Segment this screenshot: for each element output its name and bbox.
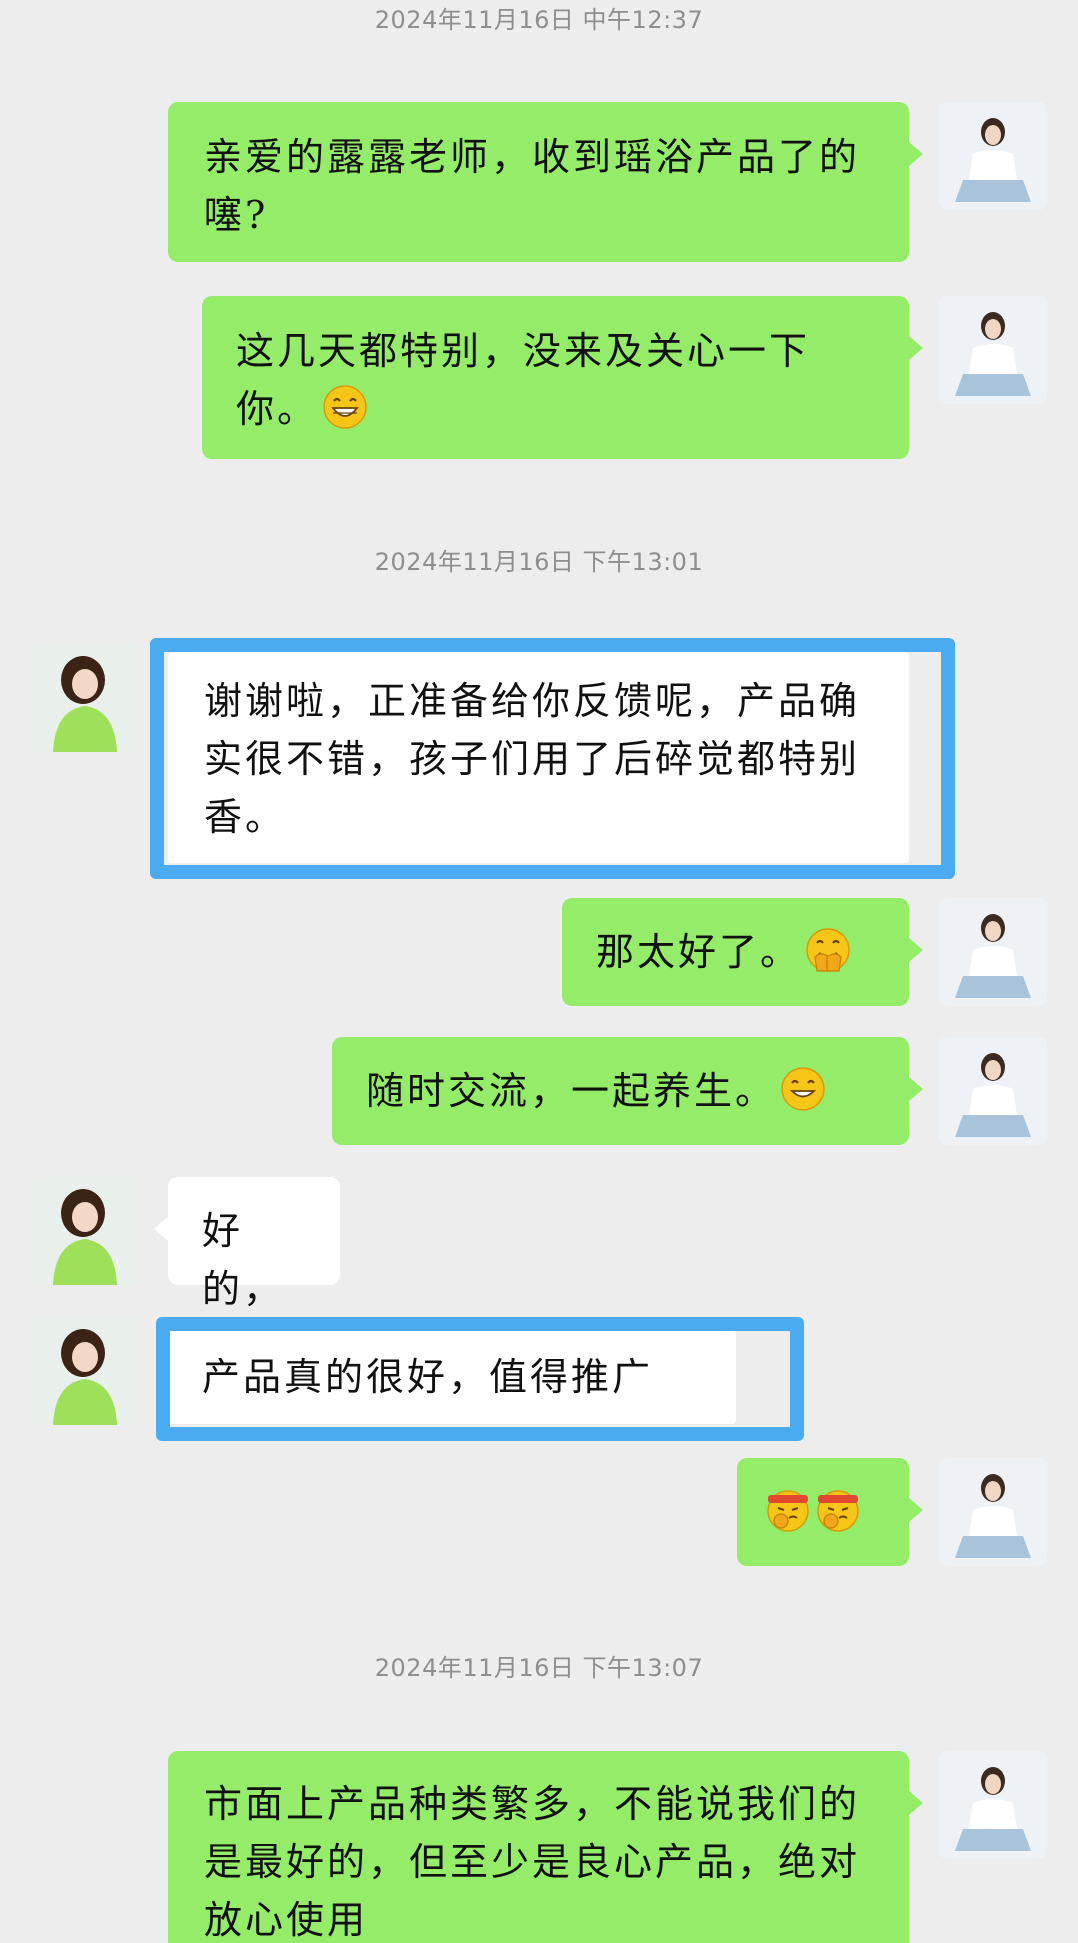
chat-message-list[interactable]: 2024年11月16日 中午12:37 亲爱的露露老师，收到瑶浴产品了的噻? 这… <box>0 0 1078 1943</box>
highlight-frame <box>150 638 955 879</box>
timestamp: 2024年11月16日 下午13:01 <box>374 548 704 576</box>
self-message-bubble[interactable]: 亲爱的露露老师，收到瑶浴产品了的噻? <box>168 102 923 262</box>
self-message-bubble[interactable]: 随时交流，一起养生。 <box>332 1037 923 1145</box>
timestamp: 2024年11月16日 中午12:37 <box>374 6 704 34</box>
contact-avatar[interactable] <box>31 644 139 752</box>
self-message-bubble[interactable]: 那太好了。 <box>562 898 923 1006</box>
self-message-bubble[interactable]: 这几天都特别，没来及关心一下你。 <box>202 296 923 459</box>
self-message-bubble[interactable]: 市面上产品种类繁多，不能说我们的是最好的，但至少是良心产品，绝对放心使用 <box>168 1751 923 1943</box>
smiling-face-icon <box>781 1067 825 1111</box>
self-avatar[interactable] <box>939 1037 1047 1145</box>
self-avatar[interactable] <box>939 1458 1047 1566</box>
contact-message-bubble[interactable]: 好的， <box>154 1177 340 1311</box>
message-text: 那太好了。 <box>596 930 802 974</box>
message-text: 亲爱的露露老师，收到瑶浴产品了的噻? <box>204 135 861 237</box>
message-text: 好的， <box>202 1209 285 1311</box>
fighting-face-icon <box>817 1490 859 1532</box>
contact-avatar[interactable] <box>31 1317 139 1425</box>
self-message-bubble[interactable] <box>737 1458 923 1566</box>
timestamp: 2024年11月16日 下午13:07 <box>374 1654 704 1682</box>
message-text: 市面上产品种类繁多，不能说我们的是最好的，但至少是良心产品，绝对放心使用 <box>204 1782 861 1942</box>
self-avatar[interactable] <box>939 296 1047 404</box>
face-with-hand-over-mouth-icon <box>806 928 850 972</box>
fighting-face-icon <box>767 1490 809 1532</box>
message-text: 随时交流，一起养生。 <box>366 1069 777 1113</box>
grinning-face-icon <box>323 385 367 429</box>
self-avatar[interactable] <box>939 1751 1047 1859</box>
highlight-frame <box>156 1317 804 1441</box>
self-avatar[interactable] <box>939 102 1047 210</box>
self-avatar[interactable] <box>939 898 1047 1006</box>
contact-avatar[interactable] <box>31 1177 139 1285</box>
